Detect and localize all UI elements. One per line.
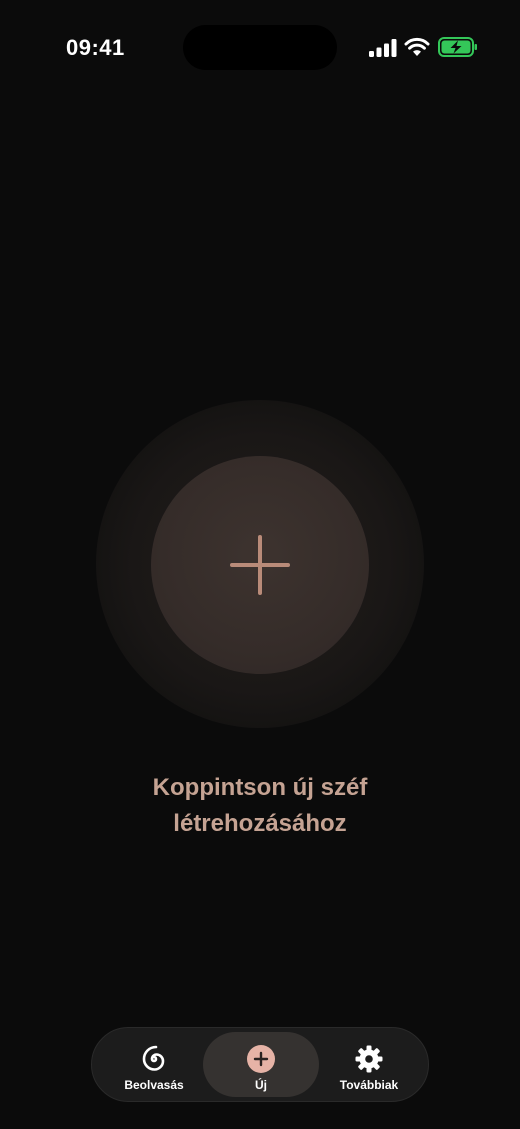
create-vault-button[interactable]	[151, 456, 369, 674]
prompt-line-2: létrehozásához	[173, 810, 347, 837]
create-vault-prompt: Koppintson új széf létrehozásához	[0, 770, 520, 842]
dynamic-island	[183, 25, 337, 70]
plus-icon	[230, 535, 290, 595]
tab-bar: Beolvasás Új Továbbiak	[91, 1027, 429, 1102]
cellular-signal-icon	[369, 39, 397, 57]
tab-more-label: Továbbiak	[339, 1078, 399, 1092]
wifi-icon	[404, 37, 430, 56]
tab-more[interactable]: Továbbiak	[313, 1032, 425, 1097]
prompt-line-1: Koppintson új széf	[152, 774, 368, 801]
status-bar: 09:41	[0, 0, 520, 96]
tab-new-label: Új	[255, 1078, 267, 1092]
plus-circle-icon	[247, 1045, 275, 1073]
tab-new[interactable]: Új	[203, 1032, 319, 1097]
tab-scan-label: Beolvasás	[124, 1078, 184, 1092]
battery-charging-icon	[438, 37, 477, 57]
spiral-scan-icon	[142, 1045, 165, 1071]
tab-scan[interactable]: Beolvasás	[98, 1032, 210, 1097]
status-time: 09:41	[66, 35, 125, 60]
gear-icon	[355, 1045, 383, 1073]
